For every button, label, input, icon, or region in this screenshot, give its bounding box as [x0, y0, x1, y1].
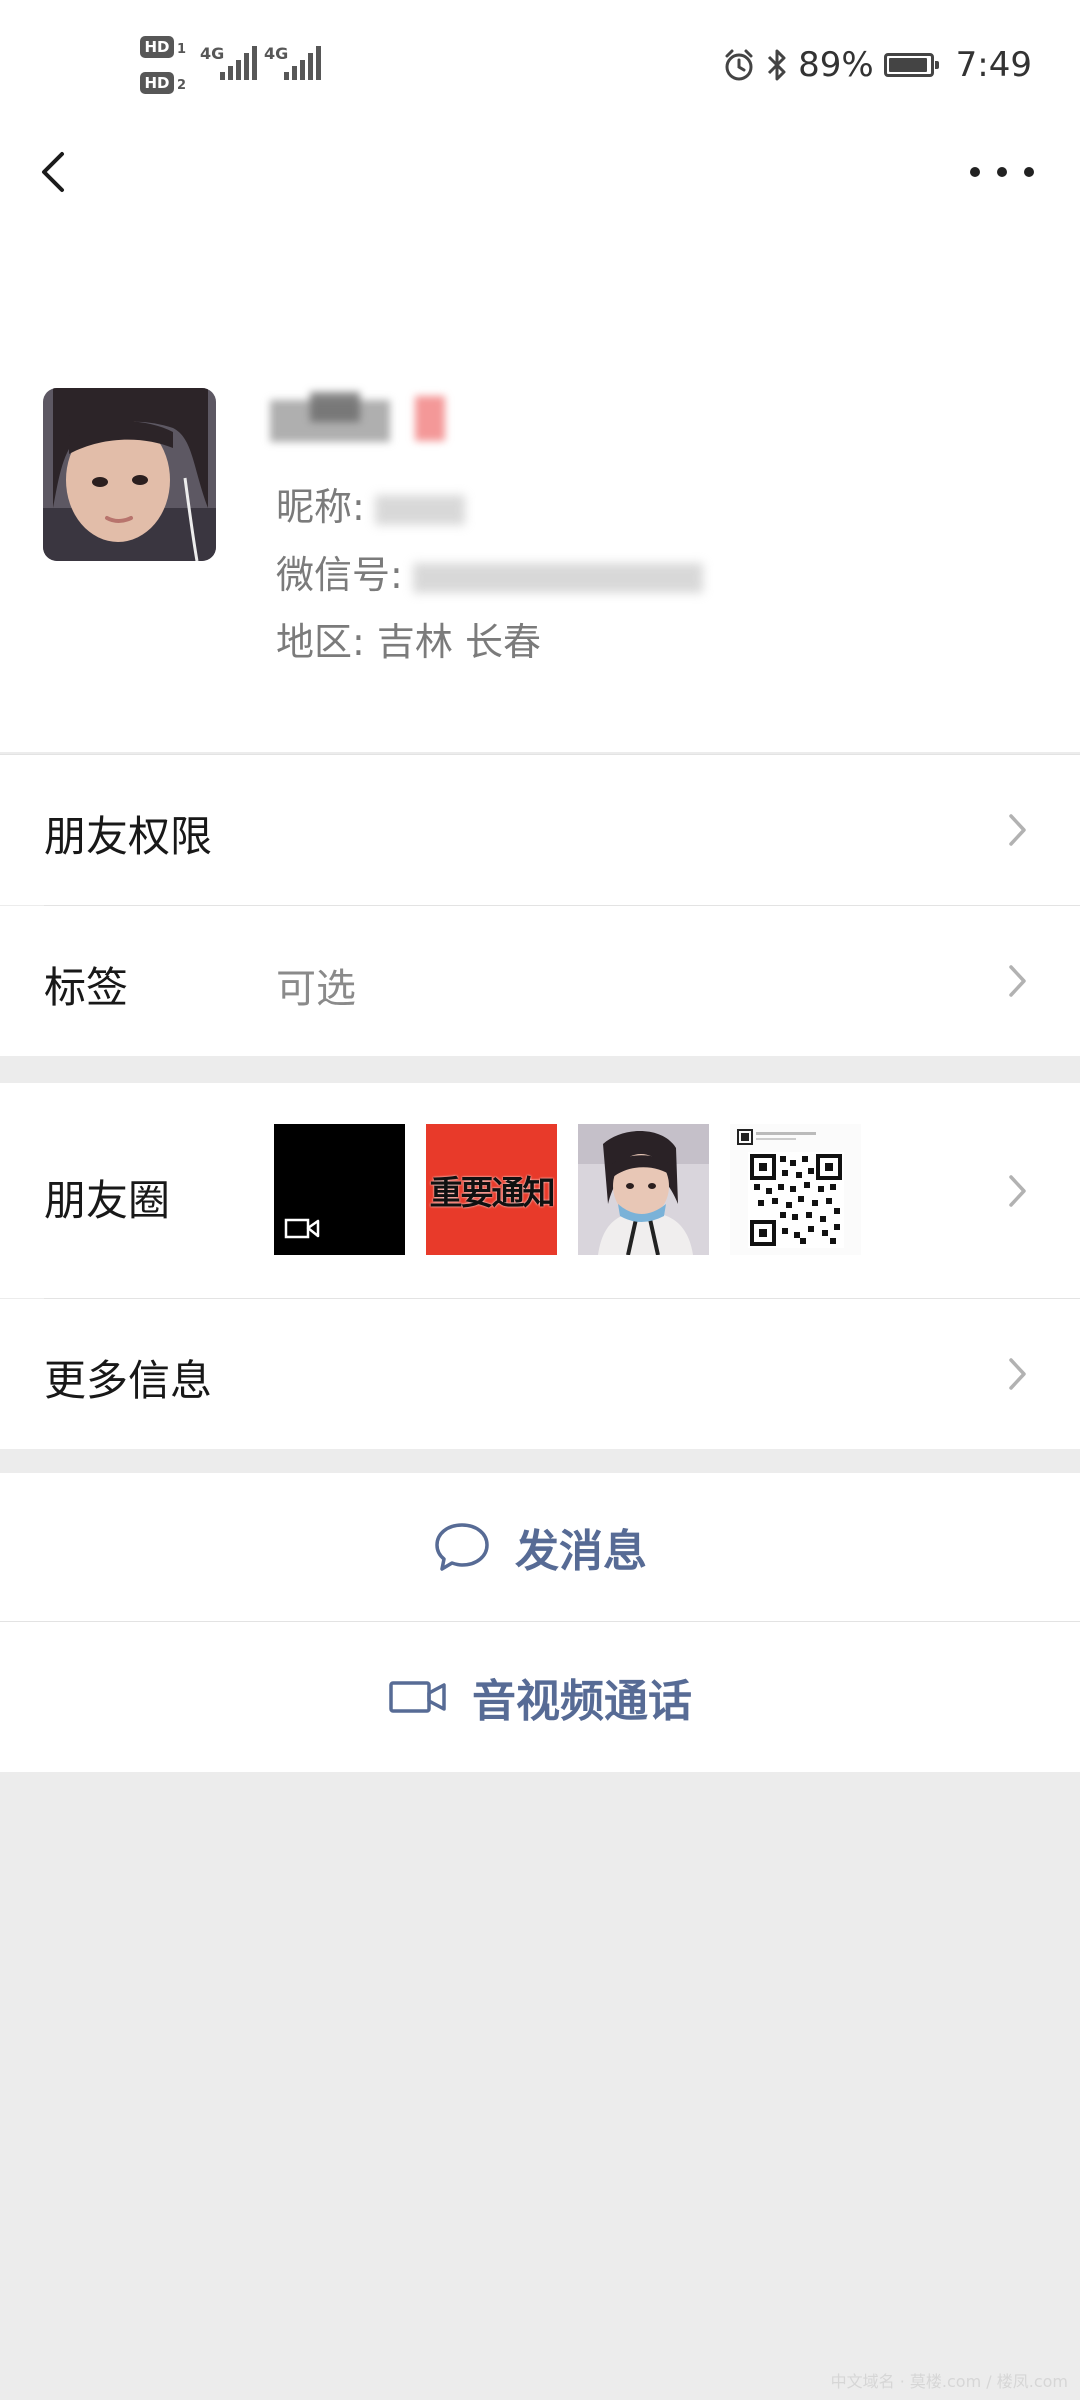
alarm-icon: [725, 49, 753, 81]
portrait-photo: [578, 1124, 709, 1255]
send-message-button[interactable]: 发消息: [0, 1473, 1080, 1621]
sim-index-1: 1: [177, 42, 187, 57]
send-message-label: 发消息: [515, 1526, 647, 1577]
chevron-right-icon: [1009, 965, 1026, 997]
chevron-right-icon: [1009, 1175, 1026, 1207]
wechat-id-redacted: [412, 562, 703, 593]
display-name-redacted: [270, 392, 450, 450]
chevron-right-icon: [1009, 814, 1026, 846]
region-label: 地区:: [276, 620, 365, 664]
battery-percentage: 89%: [798, 45, 874, 85]
moments-thumb-photo: [578, 1124, 709, 1255]
nickname-redacted: [374, 494, 465, 525]
friend-permissions-row[interactable]: 朋友权限: [0, 755, 1080, 905]
moments-thumb-qr-code: [730, 1124, 861, 1255]
video-camera-icon: [284, 1218, 320, 1239]
tags-value: 可选: [276, 966, 356, 1012]
more-dots-icon: [970, 167, 980, 177]
video-call-label: 音视频通话: [472, 1676, 692, 1727]
battery-icon: [883, 53, 939, 77]
moments-thumb-video: [274, 1124, 405, 1255]
video-camera-icon: [389, 1681, 446, 1713]
notice-text: 重要通知: [429, 1172, 556, 1212]
region-value: 吉林 长春: [376, 620, 541, 664]
qr-code-icon: [737, 1129, 844, 1248]
signal-bars-icon: [220, 46, 257, 80]
wechat-id-line: 微信号:: [276, 550, 703, 600]
avatar-photo: [43, 388, 216, 561]
chevron-right-icon: [1009, 1358, 1026, 1390]
friend-permissions-label: 朋友权限: [44, 812, 213, 861]
moments-thumb-notice: 重要通知: [426, 1124, 557, 1255]
hd-badge-2: HD: [140, 72, 174, 94]
watermark: 中文域名 · 莫楼.com / 楼凤.com: [830, 2372, 1068, 2391]
bluetooth-icon: [768, 49, 786, 81]
status-bar: HD 1 HD 2 4G 4G 89% 7:49: [0, 0, 1080, 130]
back-button[interactable]: [28, 140, 76, 204]
clock-time: 7:49: [955, 45, 1032, 85]
chevron-left-icon: [42, 152, 64, 192]
chat-bubble-icon: [435, 1523, 489, 1571]
more-options-button[interactable]: [970, 150, 1034, 194]
sim-index-2: 2: [177, 78, 187, 93]
more-info-label: 更多信息: [44, 1356, 213, 1405]
region-line: 地区: 吉林 长春: [276, 617, 541, 667]
signal-bars-icon: [284, 46, 321, 80]
tags-label: 标签: [44, 963, 129, 1012]
more-info-row[interactable]: 更多信息: [0, 1299, 1080, 1449]
moments-label: 朋友圈: [44, 1176, 171, 1225]
nickname-label: 昵称:: [276, 485, 365, 529]
hd-badge-1: HD: [140, 36, 174, 58]
nickname-line: 昵称:: [276, 482, 465, 532]
video-call-button[interactable]: 音视频通话: [0, 1622, 1080, 1772]
wechat-id-label: 微信号:: [276, 553, 403, 597]
tags-row[interactable]: 标签 可选: [0, 906, 1080, 1056]
avatar[interactable]: [43, 388, 216, 561]
